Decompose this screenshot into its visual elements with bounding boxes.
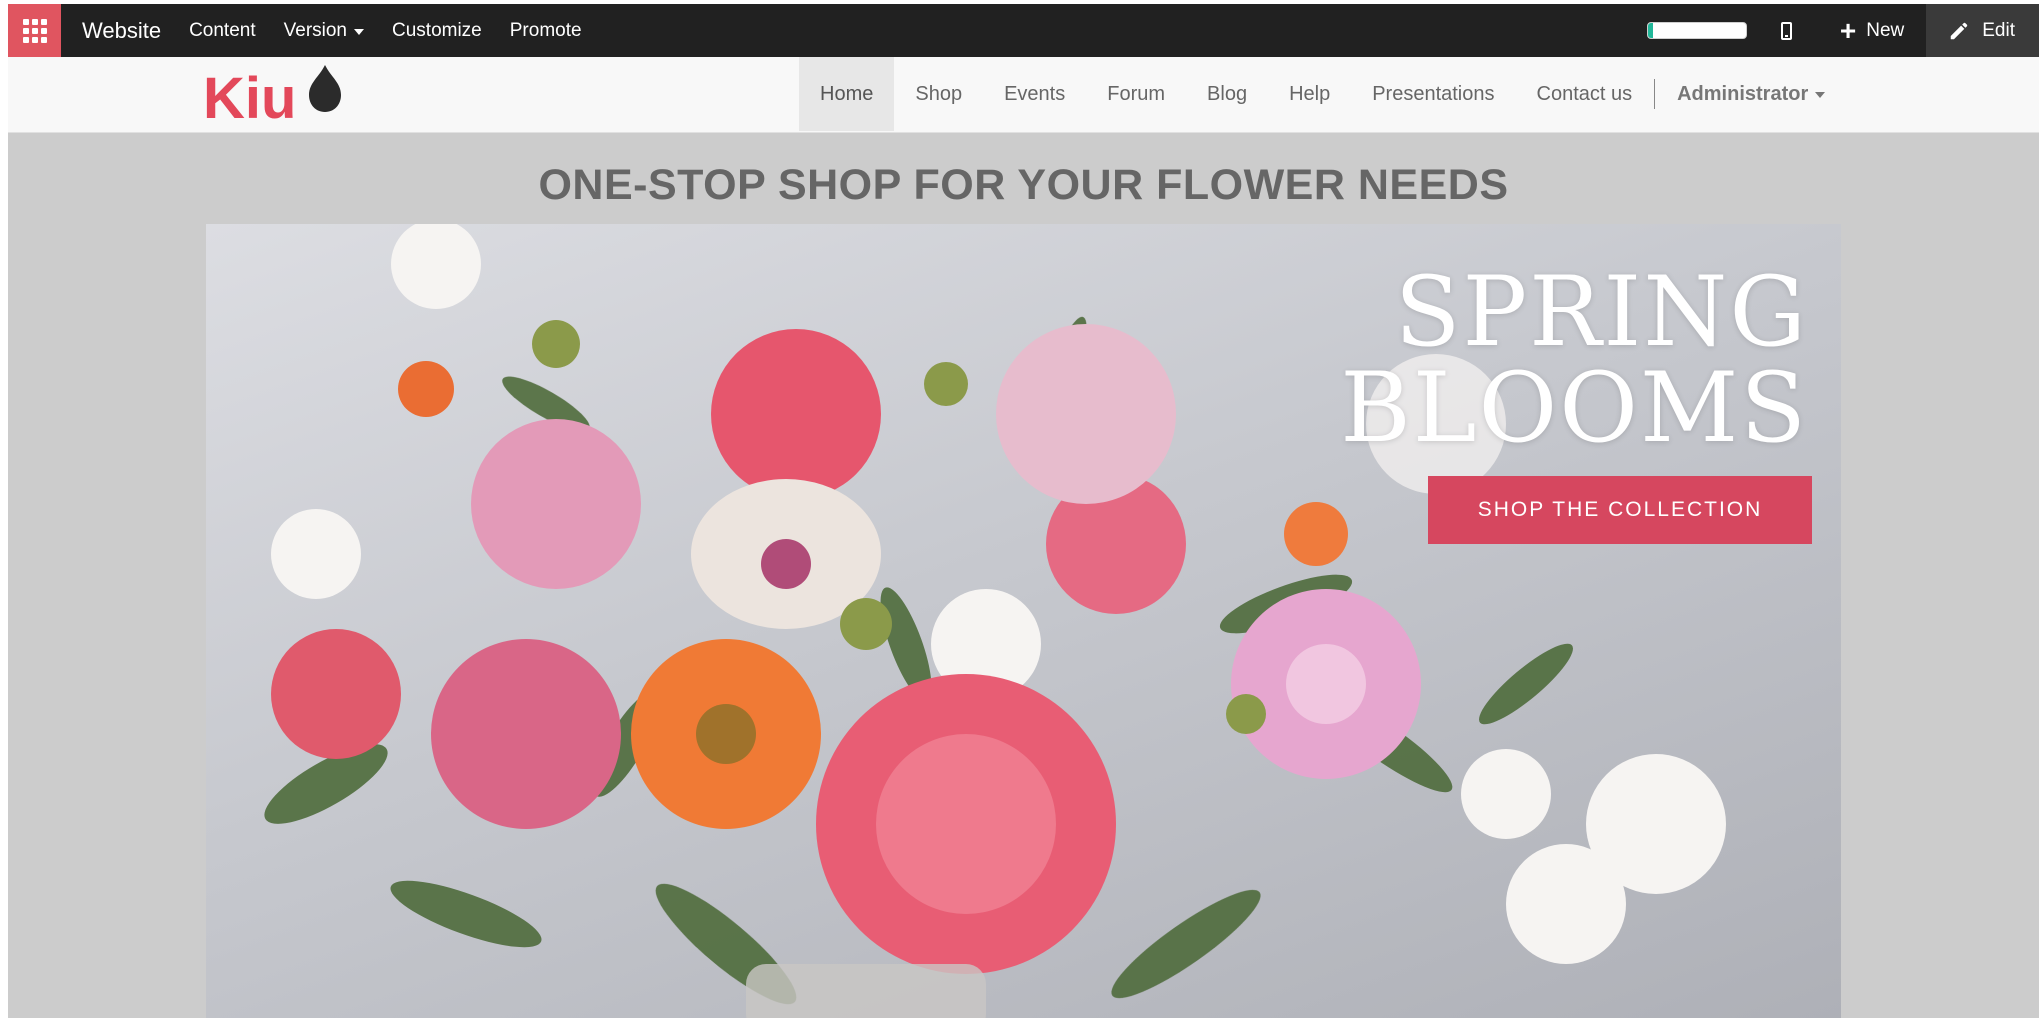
menu-content[interactable]: Content — [189, 20, 256, 42]
hero-title-line2: BLOOMS — [1340, 352, 1808, 464]
nav-events[interactable]: Events — [983, 57, 1086, 131]
admin-topbar: Website Content Version Customize Promot… — [8, 4, 2039, 57]
hero-banner: SPRING BLOOMS SHOP THE COLLECTION — [206, 224, 1841, 1018]
nav-help[interactable]: Help — [1268, 57, 1351, 131]
topbar-right: + New Edit — [1646, 4, 2039, 57]
pencil-icon — [1951, 22, 1968, 39]
edit-button[interactable]: Edit — [1926, 4, 2039, 57]
mobile-preview-icon[interactable] — [1780, 21, 1792, 40]
nav-blog[interactable]: Blog — [1186, 57, 1268, 131]
grid-apps-icon — [22, 18, 47, 43]
page-headline: ONE-STOP SHOP FOR YOUR FLOWER NEEDS — [538, 161, 1509, 209]
caret-down-icon — [354, 28, 364, 35]
new-button-label: New — [1866, 19, 1905, 41]
menu-promote[interactable]: Promote — [510, 20, 582, 42]
hero-title-line1: SPRING — [1394, 256, 1808, 368]
nav-forum[interactable]: Forum — [1086, 57, 1186, 131]
menu-version-label: Version — [283, 19, 347, 41]
new-button[interactable]: + New — [1839, 14, 1905, 46]
shop-the-collection-button[interactable]: SHOP THE COLLECTION — [1428, 476, 1812, 544]
nav-divider — [1654, 79, 1656, 109]
user-name: Administrator — [1677, 82, 1809, 105]
progress-bar — [1646, 22, 1747, 39]
nav-contact-us[interactable]: Contact us — [1516, 57, 1654, 131]
menu-version[interactable]: Version — [284, 20, 364, 42]
browser-viewport: Website Content Version Customize Promot… — [8, 4, 2039, 1018]
kiu-logo[interactable]: Kiu — [203, 61, 353, 123]
nav-presentations[interactable]: Presentations — [1351, 57, 1515, 131]
progress-fill — [1647, 23, 1653, 38]
logo-text: Kiu — [203, 66, 296, 123]
website-app-title[interactable]: Website — [82, 18, 161, 44]
user-menu[interactable]: Administrator — [1656, 57, 1846, 131]
hero-title: SPRING BLOOMS — [1340, 264, 1808, 456]
menu-customize[interactable]: Customize — [392, 20, 482, 42]
caret-down-icon — [1815, 92, 1826, 98]
nav-shop[interactable]: Shop — [894, 57, 983, 131]
edit-button-label: Edit — [1982, 19, 2015, 41]
nav-home[interactable]: Home — [799, 57, 895, 131]
drop-icon — [309, 65, 341, 112]
apps-menu-button[interactable] — [8, 4, 61, 57]
site-navbar: Kiu Home Shop Events Forum Blog Help Pre… — [8, 57, 2039, 133]
nav-links: Home Shop Events Forum Blog Help Present… — [799, 57, 1846, 131]
plus-icon: + — [1839, 14, 1857, 46]
